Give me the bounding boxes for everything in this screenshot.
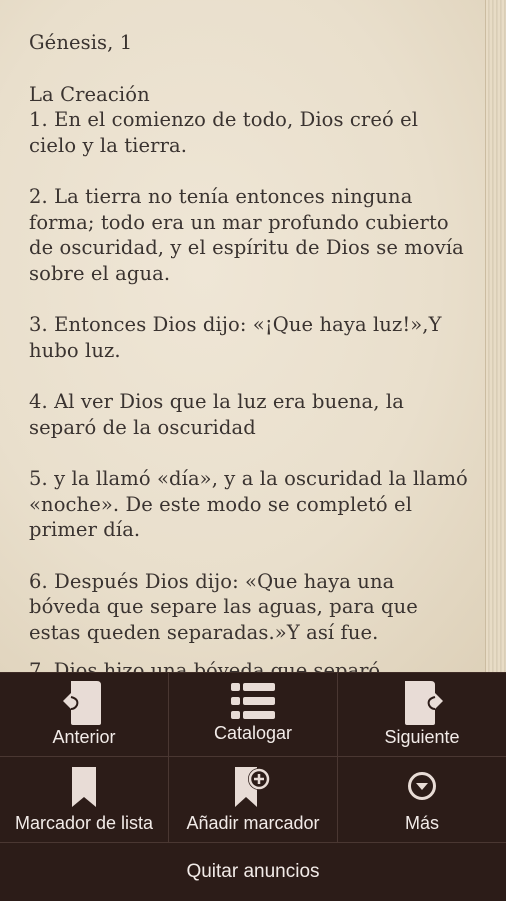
verse: 3. Entonces Dios dijo: «¡Que haya luz!»,… — [29, 313, 442, 362]
siguiente-button[interactable]: Siguiente — [338, 673, 506, 757]
page-prev-icon — [61, 679, 107, 732]
marcador-de-lista-button[interactable]: Marcador de lista — [0, 757, 169, 843]
section-title: La Creación — [29, 82, 150, 106]
siguiente-label: Siguiente — [384, 727, 460, 747]
page-stack-edge — [485, 0, 506, 672]
anterior-button[interactable]: Anterior — [0, 673, 169, 757]
verse: 2. La tierra no tenía entonces ninguna f… — [29, 185, 464, 285]
chevron-down-circle-icon — [407, 771, 437, 806]
catalogar-label: Catalogar — [213, 723, 293, 743]
bookmark-icon — [70, 765, 98, 814]
anadir-marcador-label: Añadir marcador — [186, 813, 320, 833]
menu-grid: Anterior Catalogar Siguiente Marcador de… — [0, 673, 506, 843]
verse: 4. Al ver Dios que la luz era buena, la … — [29, 390, 404, 439]
page-next-icon — [399, 679, 445, 732]
bookmark-add-icon — [233, 763, 273, 814]
catalogar-button[interactable]: Catalogar — [169, 673, 338, 757]
verse: 5. y la llamó «día», y a la oscuridad la… — [29, 467, 468, 541]
marcador-de-lista-label: Marcador de lista — [14, 813, 154, 833]
mas-label: Más — [404, 813, 439, 833]
list-icon — [229, 681, 277, 726]
quitar-anuncios-button[interactable]: Quitar anuncios — [0, 843, 506, 901]
anadir-marcador-button[interactable]: Añadir marcador — [169, 757, 338, 843]
mas-button[interactable]: Más — [338, 757, 506, 843]
partial-verse: 7. Dios hizo una bóveda que separó — [29, 659, 381, 672]
verse: 6. Después Dios dijo: «Que haya una bóve… — [29, 569, 418, 644]
quitar-anuncios-label: Quitar anuncios — [186, 861, 320, 882]
chapter-text: Génesis, 1 La Creación 1. En el comienzo… — [29, 30, 469, 671]
anterior-label: Anterior — [52, 727, 116, 747]
chapter-title: Génesis, 1 — [29, 31, 133, 54]
verse: 1. En el comienzo de todo, Dios creó el … — [29, 108, 419, 157]
bottom-menu: Anterior Catalogar Siguiente Marcador de… — [0, 672, 506, 901]
reader-page: Génesis, 1 La Creación 1. En el comienzo… — [0, 0, 506, 672]
